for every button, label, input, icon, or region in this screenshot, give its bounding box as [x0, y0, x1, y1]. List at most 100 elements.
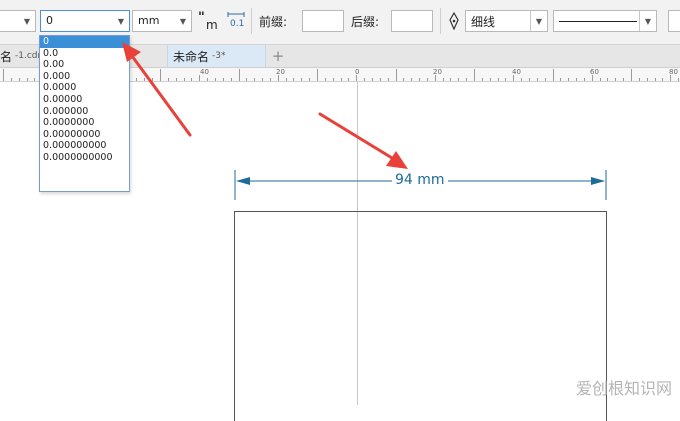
precision-option[interactable]: 0 — [40, 36, 129, 48]
ruler-tick — [654, 78, 656, 81]
tab-document-3[interactable]: 未命名 -3* — [167, 45, 266, 67]
ruler-tick — [167, 78, 169, 81]
ruler-tick — [615, 78, 617, 81]
ruler-tick — [489, 78, 491, 81]
ruler-tick — [191, 78, 193, 81]
dynamic-dimension-label: 0.1 — [230, 19, 245, 29]
tab-suffix: -1.cdr — [15, 51, 42, 61]
ruler-tick — [419, 78, 421, 81]
ruler-tick — [583, 78, 585, 81]
precision-option[interactable]: 0.0 — [40, 48, 129, 60]
ruler-tick — [238, 69, 240, 81]
ruler-tick — [207, 78, 209, 81]
ruler-tick — [450, 78, 452, 81]
ruler-tick — [277, 75, 279, 81]
suffix-input[interactable] — [391, 10, 433, 32]
precision-option[interactable]: 0.000000 — [40, 106, 129, 118]
precision-option[interactable]: 0.000000000 — [40, 140, 129, 152]
prefix-label: 前缀: — [259, 15, 288, 29]
unit-combo[interactable]: mm ▼ — [132, 10, 192, 32]
ruler-tick — [26, 78, 28, 81]
ruler-tick — [387, 78, 389, 81]
tab-document-1[interactable]: 名 -1.cdr — [0, 45, 42, 67]
ruler-tick — [528, 78, 530, 81]
ruler-tick — [662, 78, 664, 81]
ruler-tick — [576, 78, 578, 81]
chevron-down-icon: ▼ — [23, 16, 31, 26]
ruler-tick — [411, 78, 413, 81]
precision-option[interactable]: 0.00000 — [40, 94, 129, 106]
precision-dropdown-list[interactable]: 0 0.0 0.00 0.000 0.0000 0.00000 0.000000 0.0000… — [39, 35, 130, 192]
ruler-tick — [246, 78, 248, 81]
ruler-tick — [269, 78, 271, 81]
precision-option[interactable]: 0.000 — [40, 71, 129, 83]
ruler-tick — [568, 78, 570, 81]
precision-option[interactable]: 0.00000000 — [40, 129, 129, 141]
ruler-tick — [513, 75, 515, 81]
ruler-tick — [403, 78, 405, 81]
ruler-tick — [599, 78, 601, 81]
ruler-tick — [364, 78, 366, 81]
tab-name: 未命名 — [173, 49, 210, 64]
text-position-button[interactable]: " m — [196, 10, 220, 32]
ruler-tick — [481, 78, 483, 81]
ruler-tick — [293, 78, 295, 81]
ruler-tick — [348, 78, 350, 81]
ruler-tick — [309, 78, 311, 81]
ruler-tick — [458, 78, 460, 81]
precision-option[interactable]: 0.0000000 — [40, 117, 129, 129]
ruler-tick — [222, 78, 224, 81]
precision-option[interactable]: 0.0000000000 — [40, 152, 129, 164]
line-style-combo[interactable]: ▼ — [553, 10, 657, 32]
ruler-label: 40 — [200, 68, 209, 76]
ruler-tick — [175, 78, 177, 81]
ruler-tick — [3, 69, 4, 81]
precision-combo[interactable]: 0 ▼ — [40, 10, 130, 32]
tab-suffix: -3* — [212, 51, 226, 61]
ruler-tick — [317, 69, 318, 81]
prefix-input[interactable] — [302, 10, 344, 32]
ruler-tick — [497, 78, 499, 81]
ruler-tick — [136, 78, 138, 81]
ruler-tick — [474, 69, 475, 81]
add-tab-button[interactable]: + — [266, 45, 290, 67]
watermark: 爱创根知识网 — [575, 379, 672, 398]
ruler-tick — [544, 78, 546, 81]
dynamic-dimension-button[interactable]: 0.1 — [224, 10, 248, 32]
precision-option[interactable]: 0.00 — [40, 59, 129, 71]
ruler-tick — [638, 78, 640, 81]
dimension-text[interactable]: 94 mm — [392, 172, 448, 188]
svg-text:": " — [198, 11, 205, 25]
ruler-tick — [670, 75, 672, 81]
ruler-tick — [623, 78, 625, 81]
ruler-tick — [395, 69, 397, 81]
ruler-tick — [371, 78, 373, 81]
ruler-tick — [324, 78, 326, 81]
suffix-label: 后缀: — [351, 15, 380, 29]
ruler-tick — [18, 78, 20, 81]
ruler-tick — [301, 78, 303, 81]
ruler-tick — [285, 78, 287, 81]
partial-combo[interactable]: ▼ — [0, 10, 36, 32]
tab-name: 名 — [0, 49, 13, 64]
ruler-tick — [144, 78, 146, 81]
ruler-tick — [160, 69, 161, 81]
precision-option[interactable]: 0.0000 — [40, 82, 129, 94]
ruler-tick — [442, 78, 444, 81]
ruler-tick — [332, 78, 334, 81]
ruler-tick — [183, 78, 185, 81]
pen-nib-icon — [449, 12, 459, 30]
chevron-down-icon: ▼ — [639, 11, 656, 31]
ruler-tick — [434, 75, 436, 81]
partial-combo-right[interactable] — [668, 10, 680, 32]
chevron-down-icon: ▼ — [117, 16, 125, 26]
toolbar-separator — [251, 8, 252, 34]
line-width-combo[interactable]: 细线 ▼ — [465, 10, 548, 32]
ruler-tick — [254, 78, 256, 81]
ruler-tick — [560, 78, 562, 81]
unit-value: mm — [138, 14, 160, 27]
chevron-down-icon: ▼ — [530, 11, 547, 31]
outline-pen-button[interactable] — [447, 10, 461, 32]
ruler-tick — [631, 69, 632, 81]
ruler-tick — [426, 78, 428, 81]
